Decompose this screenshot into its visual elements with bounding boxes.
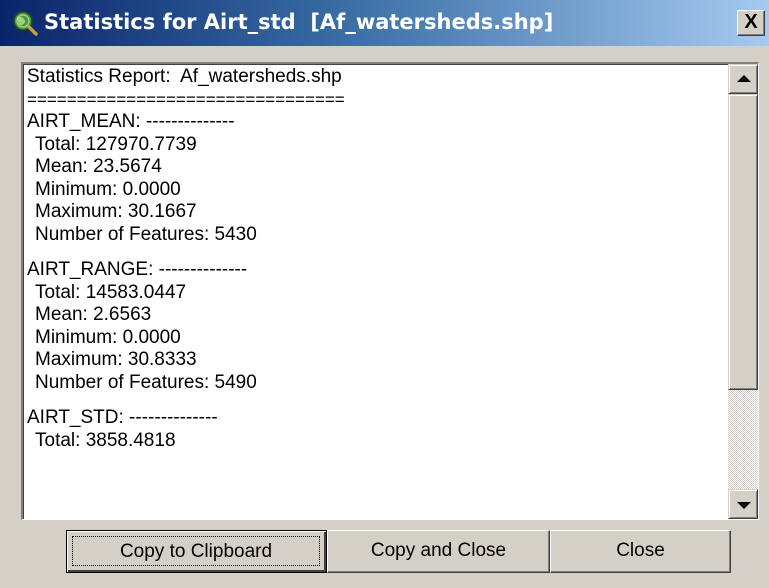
section-heading: AIRT_STD: -------------- [27,407,218,428]
stat-minimum: Minimum: 0.0000 [35,326,181,348]
stat-count: Number of Features: 5430 [35,223,257,245]
stat-minimum: Minimum: 0.0000 [35,178,181,200]
title-bar[interactable]: Statistics for Airt_std [Af_watersheds.s… [0,0,769,46]
section-heading: AIRT_MEAN: -------------- [27,111,235,132]
close-button[interactable]: Close [550,530,731,573]
report-text-area[interactable]: Statistics Report: Af_watersheds.shp ===… [21,62,759,520]
report-header: Statistics Report: Af_watersheds.shp [27,66,342,87]
stat-total: Total: 14583.0447 [35,281,187,303]
section-heading: AIRT_RANGE: -------------- [27,259,248,280]
copy-to-clipboard-button[interactable]: Copy to Clipboard [66,530,327,573]
report-content: Statistics Report: Af_watersheds.shp ===… [27,66,724,519]
stat-total: Total: 3858.4818 [35,429,176,451]
scrollbar-thumb[interactable] [728,94,758,390]
scroll-up-button[interactable] [728,64,758,94]
globe-magnifier-icon [13,11,38,36]
copy-and-close-button[interactable]: Copy and Close [327,530,550,573]
stat-mean: Mean: 2.6563 [35,304,152,325]
arrow-up-icon [737,75,751,82]
report-separator: ================================ [27,89,345,109]
arrow-down-icon [737,502,751,509]
vertical-scrollbar[interactable] [728,64,758,519]
close-icon[interactable]: X [737,10,765,36]
stat-mean: Mean: 23.5674 [35,156,162,177]
stat-maximum: Maximum: 30.1667 [35,201,197,222]
stat-maximum: Maximum: 30.8333 [35,349,197,370]
stat-count: Number of Features: 5490 [35,371,257,393]
window-title: Statistics for Airt_std [Af_watersheds.s… [44,10,554,34]
statistics-dialog: Statistics for Airt_std [Af_watersheds.s… [0,0,769,588]
copy-to-clipboard-label: Copy to Clipboard [72,536,320,566]
scroll-down-button[interactable] [728,489,758,519]
stat-total: Total: 127970.7739 [35,133,197,155]
